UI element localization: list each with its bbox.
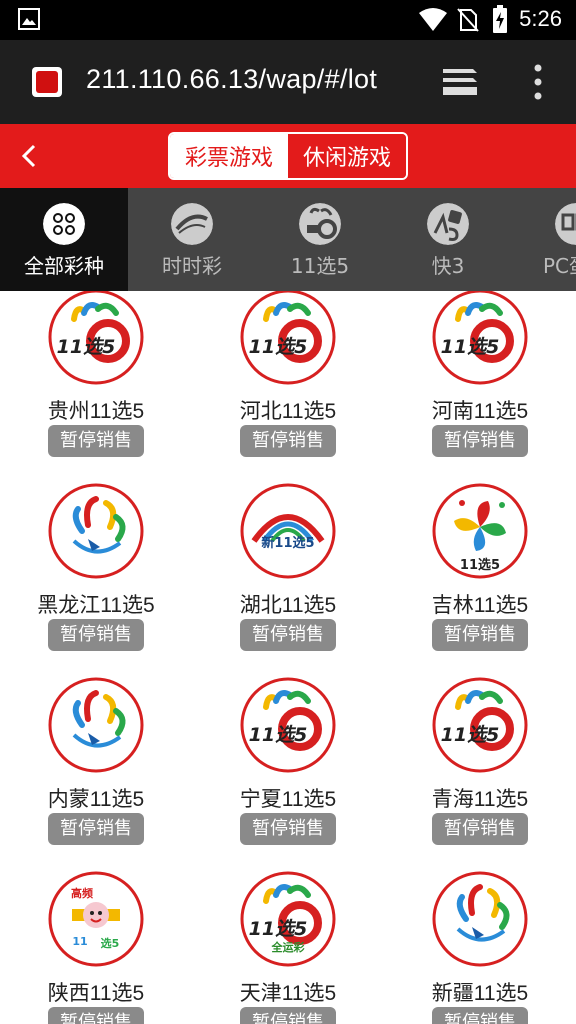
lottery-item[interactable]: 11选5 河北11选5 暂停销售	[192, 291, 384, 483]
rainbow-swirl-logo-icon	[48, 483, 144, 579]
lottery-item[interactable]: 黑龙江11选5 暂停销售	[0, 483, 192, 677]
shishicai-logo-icon	[171, 203, 213, 245]
category-label: 11选5	[290, 254, 350, 278]
svg-text:11: 11	[72, 935, 87, 948]
lottery-item[interactable]: 高频 11 选5 陕西11选5 暂停销售	[0, 871, 192, 1024]
lottery-name: 河北11选5	[239, 400, 337, 423]
11x5-logo-icon: 11选5	[432, 677, 528, 773]
cartoon-logo-icon: 高频 11 选5	[48, 871, 144, 967]
category-label: 快3	[431, 254, 465, 278]
browser-url-bar: 211.110.66.13/wap/#/lot	[0, 40, 576, 124]
category-label: PC蛋蛋	[542, 254, 576, 278]
lottery-name: 贵州11选5	[47, 400, 145, 423]
svg-text:新11选5: 新11选5	[261, 535, 314, 551]
header-bar: 彩票游戏 休闲游戏	[0, 124, 576, 188]
status-badge: 暂停销售	[48, 425, 144, 457]
grid-icon	[43, 203, 85, 245]
status-time: 5:26	[519, 6, 562, 31]
category-shishicai[interactable]: 时时彩	[128, 188, 256, 291]
svg-text:全运彩: 全运彩	[271, 940, 305, 954]
svg-text:11选5: 11选5	[460, 557, 500, 573]
lottery-name: 新疆11选5	[431, 982, 529, 1005]
lottery-item[interactable]: 内蒙11选5 暂停销售	[0, 677, 192, 871]
11x5-logo-icon: 11选5	[240, 291, 336, 385]
lottery-item[interactable]: 11选5 河南11选5 暂停销售	[384, 291, 576, 483]
svg-text:11选5: 11选5	[441, 724, 500, 746]
category-label: 全部彩种	[24, 254, 104, 278]
pinwheel-logo-icon: 11选5	[432, 483, 528, 579]
category-k3[interactable]: 快3	[384, 188, 512, 291]
category-all[interactable]: 全部彩种	[0, 188, 128, 291]
svg-text:11选5: 11选5	[249, 918, 308, 940]
status-badge: 暂停销售	[240, 813, 336, 845]
svg-text:11选5: 11选5	[57, 336, 116, 358]
status-badge: 暂停销售	[48, 813, 144, 845]
rainbow-swirl-logo-icon	[48, 677, 144, 773]
rainbow-swirl-logo-icon	[432, 871, 528, 967]
lottery-item[interactable]: 11选5 青海11选5 暂停销售	[384, 677, 576, 871]
lottery-grid: 11选5 贵州11选5 暂停销售 11选5 河北11选5 暂停销售 11选5 河南11选5 暂停…	[0, 291, 576, 1024]
battery-charging-icon	[493, 5, 507, 33]
status-badge: 暂停销售	[240, 619, 336, 651]
status-badge: 暂停销售	[48, 619, 144, 651]
status-badge: 暂停销售	[240, 1007, 336, 1024]
status-badge: 暂停销售	[432, 425, 528, 457]
lottery-name: 湖北11选5	[239, 594, 337, 617]
wifi-icon	[419, 8, 447, 31]
k3-dice-logo-icon	[427, 203, 469, 245]
lottery-name: 陕西11选5	[47, 982, 145, 1005]
game-type-switch: 彩票游戏 休闲游戏	[168, 132, 408, 180]
tabs-icon[interactable]	[440, 65, 480, 99]
11x5-logo-icon	[299, 203, 341, 245]
category-label: 时时彩	[162, 254, 222, 278]
status-badge: 暂停销售	[432, 1007, 528, 1024]
lottery-item[interactable]: 新疆11选5 暂停销售	[384, 871, 576, 1024]
lottery-name: 内蒙11选5	[47, 788, 145, 811]
tab-lottery-games[interactable]: 彩票游戏	[170, 134, 288, 178]
rainbow-arc-logo-icon: 新11选5	[240, 483, 336, 579]
lottery-item[interactable]: 11选5 贵州11选5 暂停销售	[0, 291, 192, 483]
lottery-item[interactable]: 新11选5 湖北11选5 暂停销售	[192, 483, 384, 677]
11x5-logo-icon: 11选5	[240, 677, 336, 773]
lottery-name: 吉林11选5	[431, 594, 529, 617]
svg-text:选5: 选5	[101, 936, 120, 950]
svg-text:高频: 高频	[71, 886, 93, 900]
lottery-name: 天津11选5	[239, 982, 337, 1005]
back-chevron-icon[interactable]	[12, 138, 48, 174]
lottery-name: 青海11选5	[431, 788, 529, 811]
lottery-name: 黑龙江11选5	[37, 594, 155, 617]
status-bar: 5:26	[0, 0, 576, 40]
site-favicon-icon	[32, 67, 62, 97]
category-bar: 全部彩种 时时彩 11选5 快3 PC	[0, 188, 576, 291]
image-notification-icon	[18, 8, 40, 30]
11x5-logo-icon: 11选5全运彩	[240, 871, 336, 967]
status-badge: 暂停销售	[48, 1007, 144, 1024]
pc-logo-icon	[555, 203, 576, 245]
svg-text:11选5: 11选5	[249, 336, 308, 358]
lottery-name: 河南11选5	[431, 400, 529, 423]
category-11x5[interactable]: 11选5	[256, 188, 384, 291]
11x5-logo-icon: 11选5	[432, 291, 528, 385]
status-badge: 暂停销售	[432, 813, 528, 845]
svg-text:11选5: 11选5	[249, 724, 308, 746]
overflow-menu-icon[interactable]	[530, 62, 546, 102]
no-sim-icon	[457, 8, 479, 32]
lottery-item[interactable]: 11选5 全运彩天津11选5 暂停销售	[192, 871, 384, 1024]
status-badge: 暂停销售	[432, 619, 528, 651]
status-badge: 暂停销售	[240, 425, 336, 457]
11x5-logo-icon: 11选5	[48, 291, 144, 385]
tab-casual-games[interactable]: 休闲游戏	[288, 134, 406, 178]
svg-text:11选5: 11选5	[441, 336, 500, 358]
lottery-item[interactable]: 11选5 吉林11选5 暂停销售	[384, 483, 576, 677]
lottery-item[interactable]: 11选5 宁夏11选5 暂停销售	[192, 677, 384, 871]
lottery-name: 宁夏11选5	[239, 788, 337, 811]
url-text[interactable]: 211.110.66.13/wap/#/lot	[86, 64, 377, 95]
category-pc[interactable]: PC蛋蛋	[512, 188, 576, 291]
